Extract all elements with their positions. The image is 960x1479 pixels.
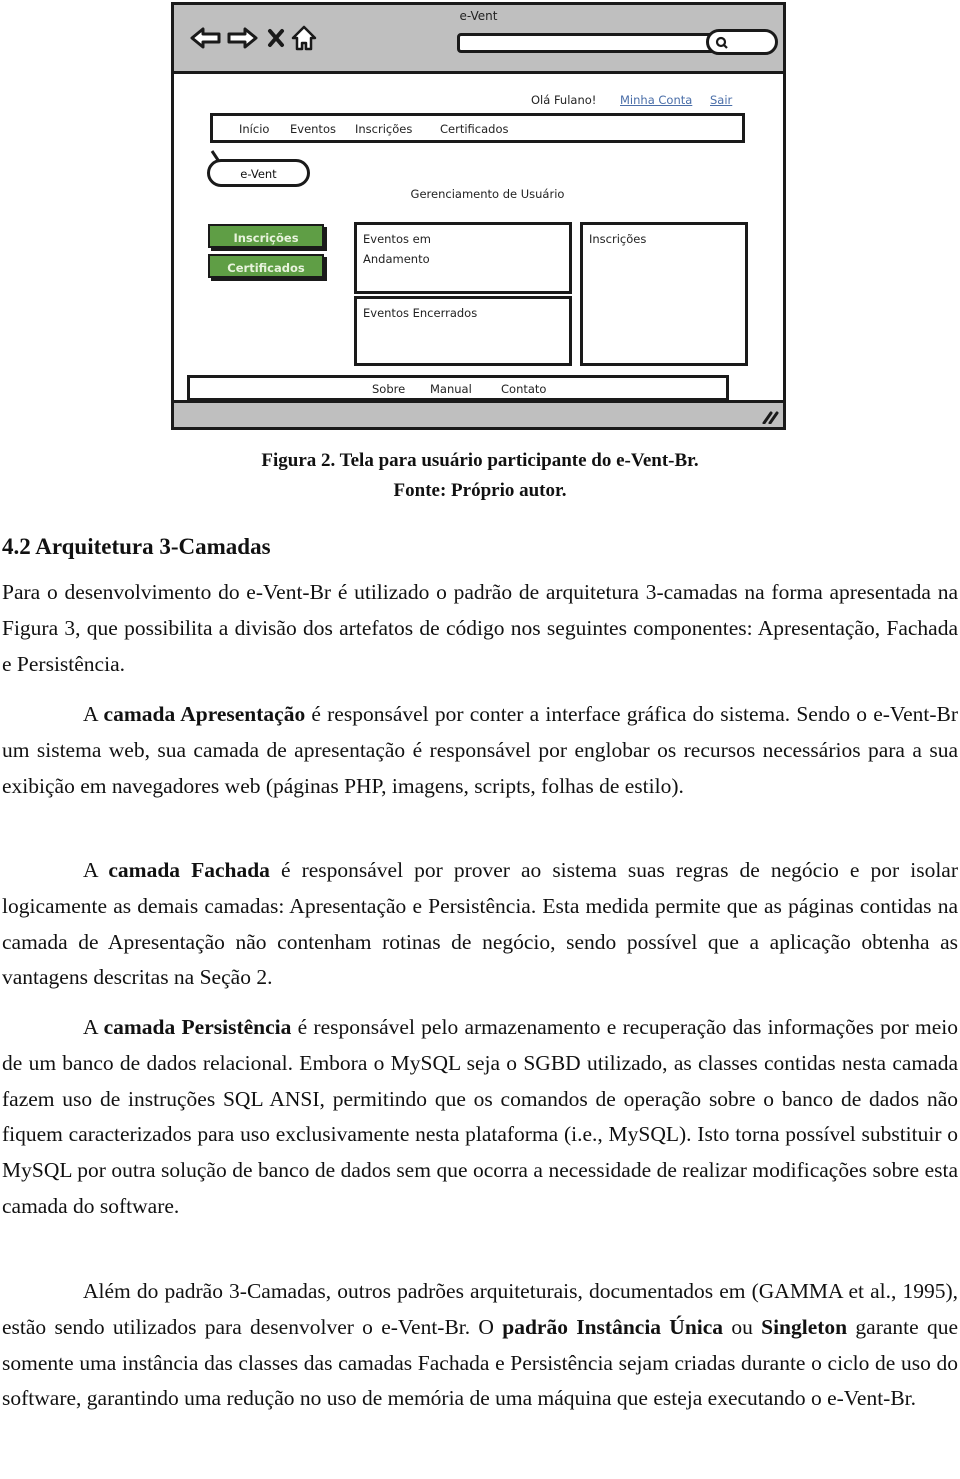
text-run: ou (723, 1314, 762, 1339)
bold-term: camada Apresentação (103, 702, 306, 726)
search-box (706, 29, 778, 55)
browser-titlebar: e-Vent (174, 5, 783, 74)
paragraph-presentation-layer: A camada Apresentação é responsável por … (2, 697, 958, 804)
browser-statusbar (174, 400, 783, 427)
closed-events-panel: Eventos Encerrados (354, 296, 572, 366)
certificados-button: Certificados (208, 254, 324, 278)
url-bar (457, 33, 729, 53)
ongoing-events-line2: Andamento (363, 252, 430, 266)
forward-arrow-icon (226, 25, 258, 51)
figure-source: Fonte: Próprio autor. (393, 480, 567, 501)
ongoing-events-label: Eventos em Andamento (363, 229, 431, 269)
paragraph-intro: Para o desenvolvimento do e-Vent-Br é ut… (2, 575, 958, 682)
text-run: A (83, 1015, 104, 1039)
figure-caption: Figura 2. Tela para usuário participante… (261, 450, 699, 471)
home-icon (291, 25, 317, 51)
back-arrow-icon (190, 25, 222, 51)
text-run: é responsável pelo armazenamento e recup… (2, 1015, 958, 1218)
logo-bubble: e-Vent (207, 159, 310, 187)
ongoing-events-panel: Eventos em Andamento (354, 222, 572, 294)
footer-bar: Sobre Manual Contato (187, 375, 729, 401)
window-title: e-Vent (459, 9, 498, 23)
logo-text: e-Vent (240, 167, 277, 181)
menu-item-certificados: Certificados (440, 122, 509, 136)
menu-item-inicio: Início (239, 122, 270, 136)
close-x-icon (267, 25, 285, 51)
resize-grip-icon (762, 411, 779, 424)
search-icon (715, 35, 729, 54)
paragraph-persistence-layer: A camada Persistência é responsável pelo… (2, 1010, 958, 1225)
ongoing-events-line1: Eventos em (363, 232, 431, 246)
my-account-link: Minha Conta (620, 93, 693, 107)
text-run: A (83, 702, 104, 726)
footer-link-contato: Contato (501, 382, 547, 396)
text-run: A (83, 858, 109, 882)
section-title: Gerenciamento de Usuário (410, 187, 565, 201)
inscricoes-button: Inscrições (208, 224, 324, 248)
text-run: Para o desenvolvimento do e-Vent-Br é ut… (2, 580, 958, 676)
registrations-label: Inscrições (589, 232, 647, 246)
footer-link-sobre: Sobre (372, 382, 406, 396)
logout-link: Sair (710, 93, 733, 107)
bold-term: padrão Instância Única (502, 1314, 724, 1339)
section-heading: 4.2 Arquitetura 3-Camadas (2, 534, 271, 559)
wireframe-mockup: e-Vent Olá Fulano! Minha Conta Sair Iníc… (171, 2, 786, 430)
footer-link-manual: Manual (430, 382, 472, 396)
menu-item-inscricoes: Inscrições (355, 122, 413, 136)
menu-item-eventos: Eventos (290, 122, 336, 136)
greeting-text: Olá Fulano! (531, 93, 597, 107)
bold-term: Singleton (761, 1314, 848, 1339)
top-menu-bar: Início Eventos Inscrições Certificados (210, 113, 745, 143)
paragraph-singleton: Além do padrão 3-Camadas, outros padrões… (2, 1274, 958, 1417)
bold-term: camada Fachada (108, 858, 270, 882)
registrations-panel: Inscrições (580, 222, 748, 366)
closed-events-label: Eventos Encerrados (363, 306, 478, 320)
bold-term: camada Persistência (103, 1015, 292, 1039)
paragraph-facade-layer: A camada Fachada é responsável por prove… (2, 853, 958, 996)
